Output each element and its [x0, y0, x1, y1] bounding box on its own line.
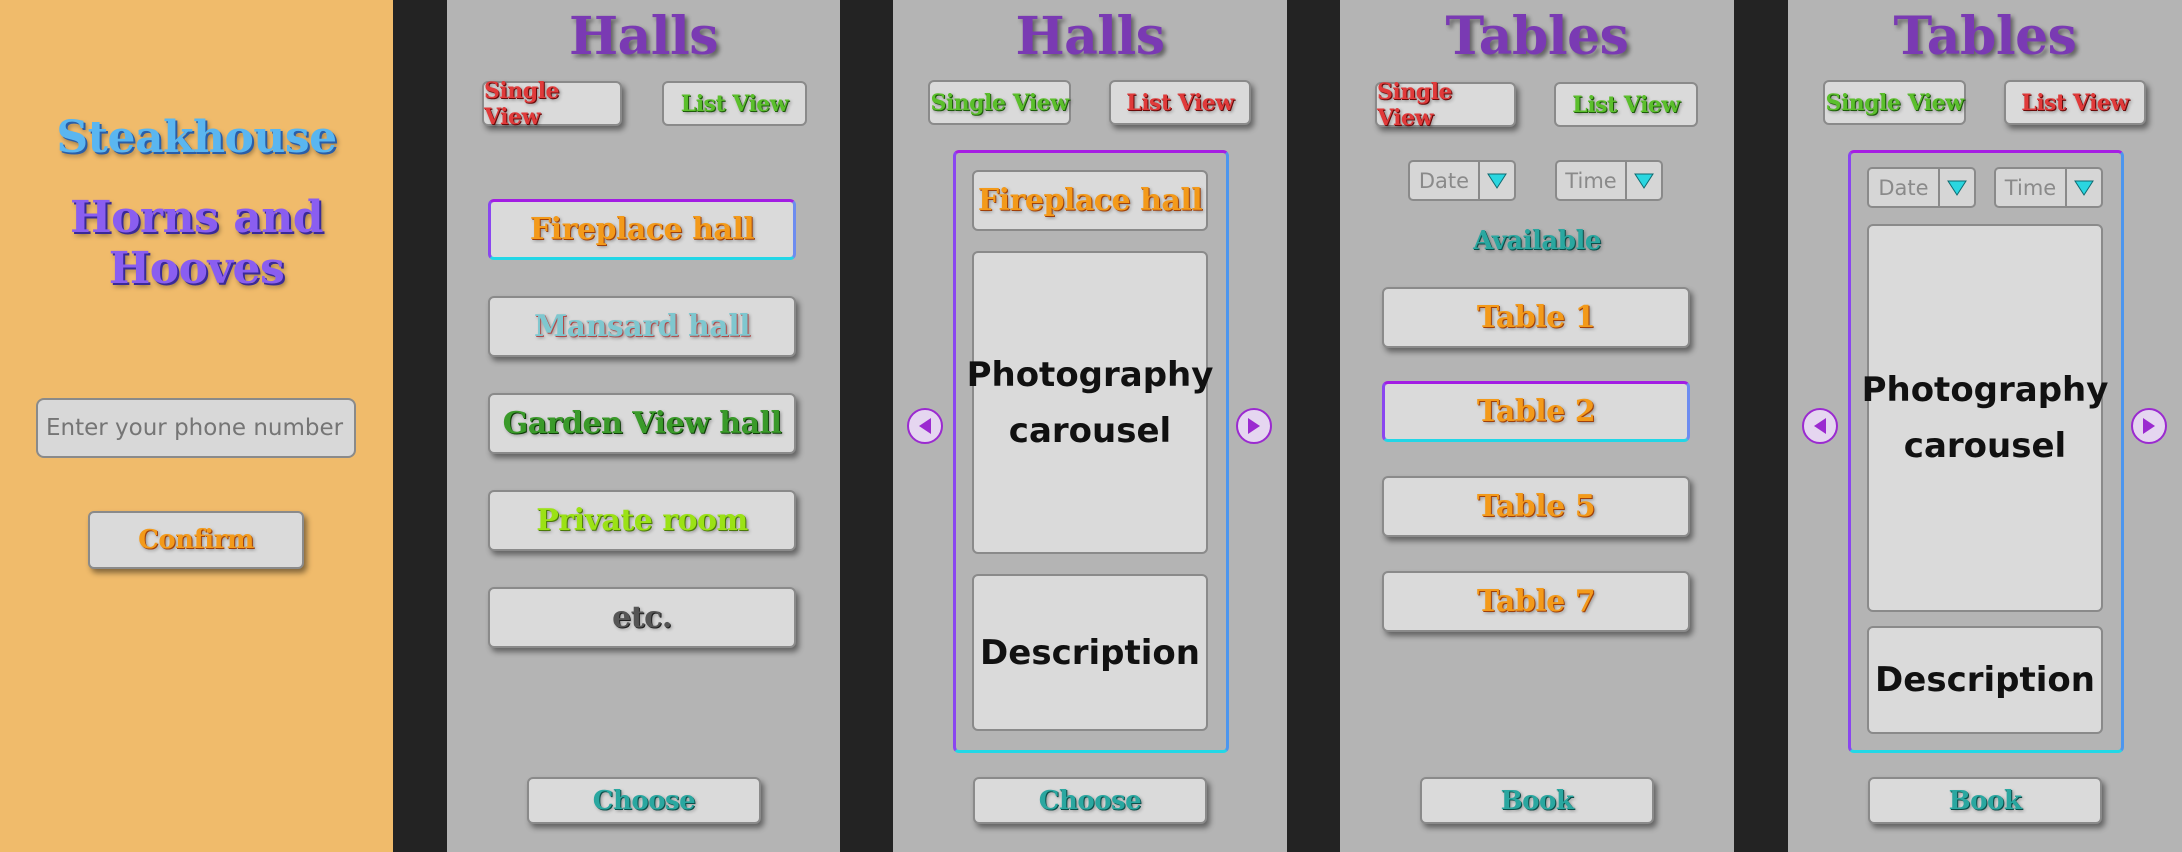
hall-item-label: Private room: [536, 503, 748, 538]
table-item-label: Table 1: [1476, 300, 1596, 335]
tables-single-screen: Tables Single View List View Date Time P…: [1788, 0, 2182, 852]
hall-item-fireplace[interactable]: Fireplace hall: [488, 199, 796, 260]
hall-item-etc[interactable]: etc.: [488, 587, 796, 648]
page-title: Tables: [1893, 6, 2077, 67]
time-label: Time: [2004, 175, 2057, 200]
carousel-next-button[interactable]: [2131, 408, 2167, 444]
table-item-1[interactable]: Table 1: [1382, 287, 1690, 348]
hall-name-label: Fireplace hall: [977, 183, 1203, 218]
dropdown-arrow-icon: [2065, 169, 2101, 206]
photo-carousel[interactable]: Photography carousel: [967, 251, 1213, 554]
single-view-label: Single View: [484, 77, 559, 130]
description-box: Description: [1867, 626, 2103, 734]
page-title: Tables: [1445, 6, 1629, 67]
single-view-label: Single View: [1825, 89, 1964, 116]
table-item-label: Table 2: [1476, 394, 1596, 429]
carousel-next-button[interactable]: [1236, 408, 1272, 444]
list-view-button[interactable]: List View: [2004, 80, 2146, 125]
date-label: Date: [1418, 168, 1470, 193]
carousel-label-line1: Photography: [966, 354, 1214, 395]
list-view-button[interactable]: List View: [1554, 82, 1698, 127]
time-dropdown[interactable]: Time: [1555, 160, 1663, 201]
book-label: Book: [1500, 785, 1574, 816]
chevron-left-icon: [919, 418, 931, 434]
carousel-prev-button[interactable]: [907, 408, 943, 444]
hall-item-private-room[interactable]: Private room: [488, 490, 796, 551]
chevron-left-icon: [1814, 418, 1826, 434]
dropdown-arrow-icon: [1938, 169, 1974, 206]
book-button[interactable]: Book: [1868, 777, 2102, 824]
table-item-label: Table 7: [1476, 584, 1596, 619]
list-view-button[interactable]: List View: [662, 81, 807, 126]
separator: [1287, 0, 1340, 852]
hall-item-label: Mansard hall: [533, 309, 751, 344]
book-label: Book: [1948, 785, 2022, 816]
list-view-label: List View: [680, 90, 789, 117]
date-dropdown[interactable]: Date: [1408, 160, 1516, 201]
confirm-button[interactable]: Confirm: [88, 511, 304, 569]
choose-button[interactable]: Choose: [527, 777, 761, 824]
choose-label: Choose: [592, 785, 696, 816]
choose-button[interactable]: Choose: [973, 777, 1207, 824]
hall-item-mansard[interactable]: Mansard hall: [488, 296, 796, 357]
available-heading: Available: [1473, 226, 1601, 256]
description-box: Description: [972, 574, 1208, 731]
carousel-label-line2: carousel: [1903, 426, 2067, 466]
table-item-7[interactable]: Table 7: [1382, 571, 1690, 632]
dropdown-arrow-icon: [1625, 162, 1661, 199]
carousel-label-line1: Photography: [1861, 370, 2109, 410]
restaurant-name-line1: Steakhouse: [56, 112, 337, 163]
table-item-2[interactable]: Table 2: [1382, 381, 1690, 442]
list-view-label: List View: [2021, 89, 2129, 116]
list-view-label: List View: [1572, 91, 1680, 118]
hall-item-label: Fireplace hall: [529, 212, 755, 247]
single-view-label: Single View: [1377, 78, 1452, 131]
hall-item-label: etc.: [612, 600, 672, 635]
chevron-right-icon: [2143, 418, 2155, 434]
single-view-button[interactable]: Single View: [1375, 79, 1516, 131]
time-dropdown[interactable]: Time: [1994, 167, 2103, 208]
restaurant-name-line2: Horns and Hooves: [70, 192, 323, 294]
date-dropdown[interactable]: Date: [1867, 167, 1976, 208]
list-view-button[interactable]: List View: [1109, 80, 1251, 125]
tables-list-screen: Tables Single View List View Date Time A…: [1340, 0, 1734, 852]
confirm-label: Confirm: [138, 525, 254, 555]
photo-carousel[interactable]: Photography carousel: [1862, 224, 2108, 612]
single-view-button[interactable]: Single View: [482, 78, 622, 130]
chevron-right-icon: [1248, 418, 1260, 434]
separator: [840, 0, 893, 852]
list-view-label: List View: [1126, 89, 1234, 116]
book-button[interactable]: Book: [1420, 777, 1654, 824]
date-label: Date: [1878, 175, 1929, 200]
description-label: Description: [1875, 660, 2095, 700]
separator: [1734, 0, 1788, 852]
halls-list-screen: Halls Single View List View Fireplace ha…: [447, 0, 840, 852]
page-title: Halls: [1015, 6, 1165, 67]
carousel-prev-button[interactable]: [1802, 408, 1838, 444]
hall-item-garden-view[interactable]: Garden View hall: [488, 393, 796, 454]
hall-name-field: Fireplace hall: [972, 170, 1208, 231]
carousel-label-line2: carousel: [1008, 410, 1172, 451]
halls-single-screen: Halls Single View List View Fireplace ha…: [893, 0, 1287, 852]
phone-input[interactable]: [36, 398, 356, 458]
table-item-5[interactable]: Table 5: [1382, 476, 1690, 537]
time-label: Time: [1565, 168, 1617, 193]
single-view-label: Single View: [930, 89, 1069, 116]
dropdown-arrow-icon: [1478, 162, 1514, 199]
separator: [393, 0, 447, 852]
page-title: Halls: [568, 6, 719, 67]
description-label: Description: [980, 632, 1200, 673]
login-screen: Steakhouse Horns and Hooves Confirm: [0, 0, 393, 852]
single-view-button[interactable]: Single View: [1823, 80, 1966, 125]
single-view-button[interactable]: Single View: [928, 80, 1071, 125]
table-item-label: Table 5: [1476, 489, 1596, 524]
choose-label: Choose: [1038, 785, 1142, 816]
hall-item-label: Garden View hall: [502, 406, 782, 441]
